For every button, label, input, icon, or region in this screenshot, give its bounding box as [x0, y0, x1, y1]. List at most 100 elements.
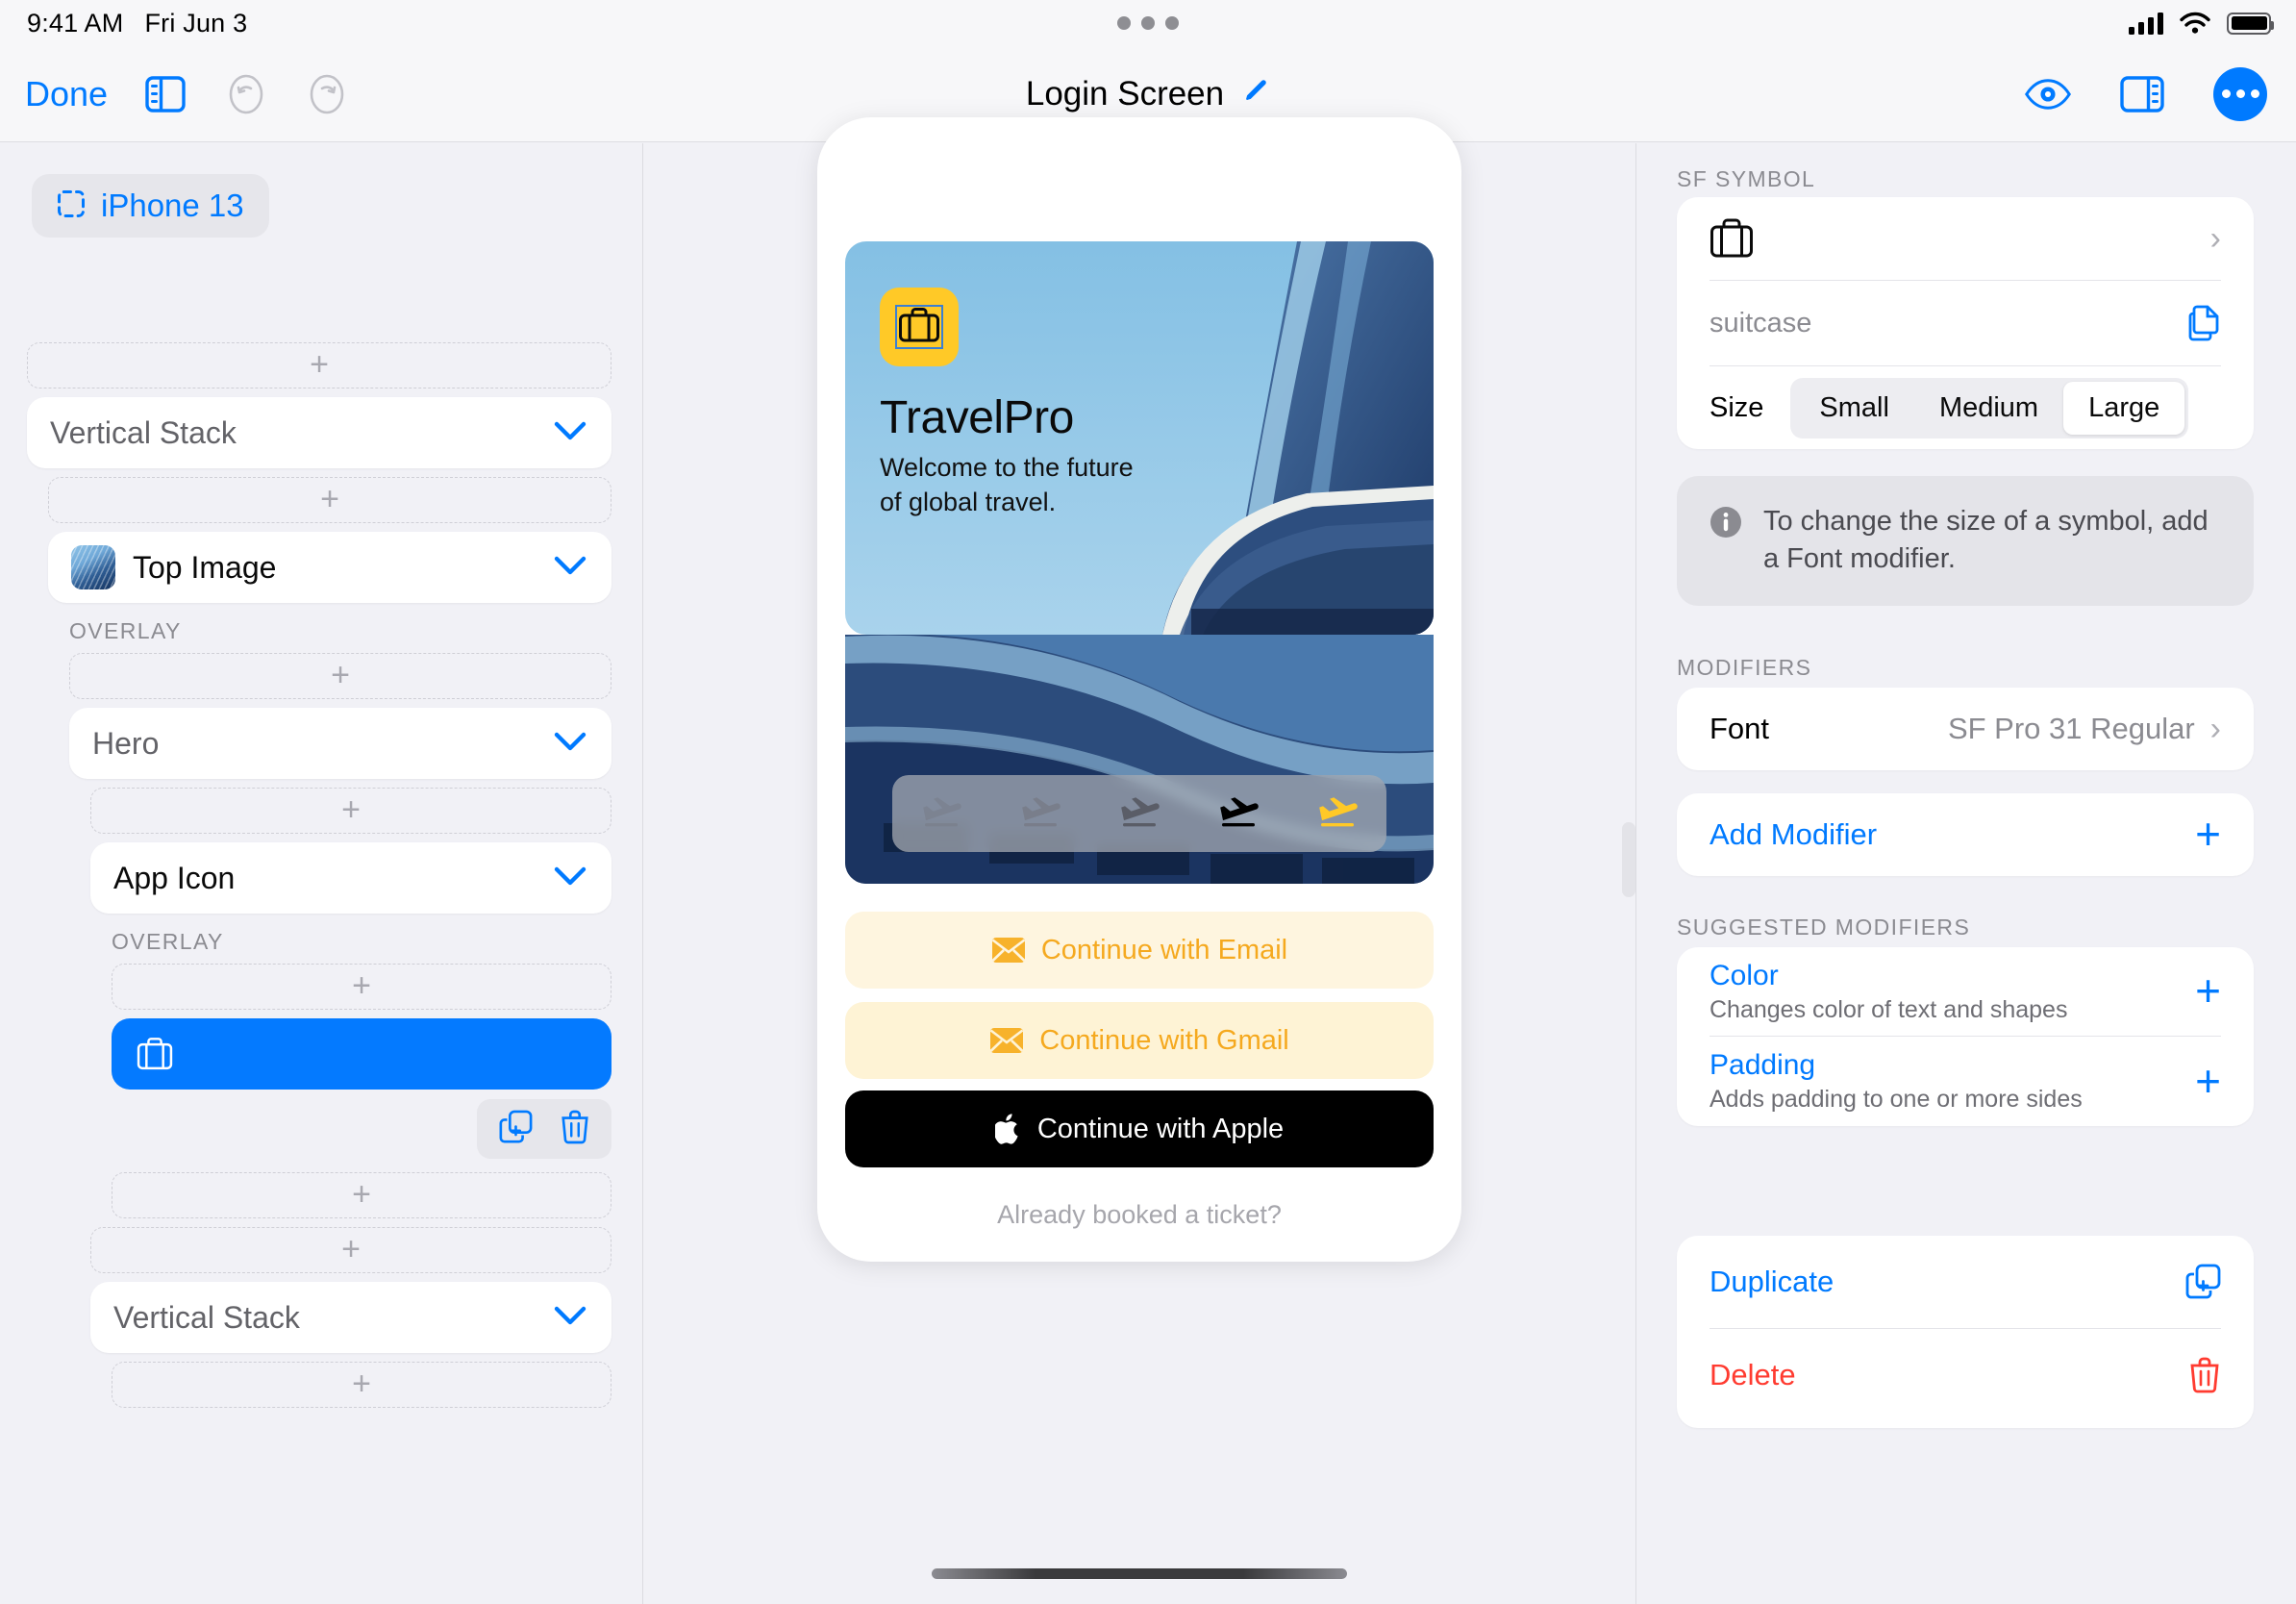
canvas-area[interactable]: TravelPro Welcome to the future of global… [643, 117, 1635, 1604]
size-option-medium[interactable]: Medium [1914, 382, 2063, 435]
phone-preview[interactable]: TravelPro Welcome to the future of global… [817, 117, 1461, 1262]
status-bar-left: 9:41 AM Fri Jun 3 [0, 9, 247, 38]
continue-with-gmail-button[interactable]: Continue with Gmail [845, 1002, 1434, 1079]
add-element-button[interactable]: + [112, 1172, 611, 1218]
continue-with-gmail-label: Continue with Gmail [1039, 1024, 1289, 1056]
envelope-icon [991, 938, 1026, 963]
airplane-arrival-icon[interactable] [920, 795, 962, 833]
tree-node-label: Hero [92, 725, 160, 761]
device-chip[interactable]: iPhone 13 [32, 174, 269, 238]
info-callout: To change the size of a symbol, add a Fo… [1677, 476, 2254, 606]
duplicate-icon[interactable] [2184, 1264, 2221, 1300]
continue-with-email-button[interactable]: Continue with Email [845, 912, 1434, 989]
modifier-font-label: Font [1710, 712, 1770, 745]
disclosure-chevron[interactable] [554, 865, 586, 891]
add-modifier-label: Add Modifier [1710, 817, 1878, 851]
inspector-sidebar[interactable]: SF SYMBOL › suitcase Size Small Medium L… [1636, 143, 2296, 1604]
document-title-group: Login Screen [0, 75, 2296, 113]
add-element-button[interactable]: + [69, 653, 611, 699]
trash-icon[interactable] [2188, 1357, 2221, 1393]
hero-image[interactable]: TravelPro Welcome to the future of global… [845, 241, 1434, 635]
tree-row: App Icon [0, 842, 642, 914]
add-element-button[interactable]: + [90, 788, 611, 834]
tree-node-vertical-stack[interactable]: Vertical Stack [90, 1282, 611, 1353]
continue-with-apple-button[interactable]: Continue with Apple [845, 1090, 1434, 1167]
layer-tree-sidebar[interactable]: iPhone 13 + Vertical Stack + Top Image OVERL… [0, 143, 642, 1604]
size-option-large[interactable]: Large [2063, 381, 2185, 435]
plus-icon[interactable]: + [2195, 1059, 2221, 1102]
airplane-arrival-icon[interactable] [1019, 795, 1061, 833]
cellular-signal-icon [2129, 12, 2163, 35]
continue-with-email-label: Continue with Email [1040, 934, 1288, 965]
chevron-down-icon[interactable] [554, 865, 586, 887]
right-panel-resize-handle[interactable] [1622, 822, 1635, 897]
add-modifier-button[interactable]: Add Modifier + [1677, 793, 2254, 876]
modifiers-section-label: MODIFIERS [1677, 655, 1812, 680]
copy-icon[interactable] [2186, 305, 2221, 341]
add-element-button[interactable]: + [90, 1227, 611, 1273]
suggested-modifier-color-desc: Changes color of text and shapes [1710, 995, 2068, 1023]
modifier-font-row[interactable]: Font SF Pro 31 Regular › [1677, 688, 2254, 770]
sidebar-right-icon[interactable] [2119, 71, 2165, 117]
suggested-modifier-color-row[interactable]: Color Changes color of text and shapes + [1677, 947, 2254, 1036]
add-element-button[interactable]: + [27, 342, 611, 388]
preview-title: TravelPro [880, 392, 1074, 443]
trash-icon[interactable] [560, 1110, 590, 1149]
tree-node-app-icon[interactable]: App Icon [90, 842, 611, 914]
tree-add-slot: + [0, 653, 642, 699]
tree-node-top-image[interactable]: Top Image [48, 532, 611, 603]
sf-symbol-picker-row[interactable]: › [1677, 197, 2254, 280]
flight-status-bar[interactable] [892, 775, 1386, 852]
plus-icon[interactable]: + [2195, 969, 2221, 1013]
suggested-modifier-padding-row[interactable]: Padding Adds padding to one or more side… [1677, 1037, 2254, 1126]
tree-node-label: Top Image [133, 549, 277, 585]
chevron-right-icon[interactable]: › [2210, 713, 2221, 745]
eye-icon[interactable] [2025, 71, 2071, 117]
modifier-font-value: SF Pro 31 Regular [1947, 712, 2195, 745]
continue-with-apple-label: Continue with Apple [1036, 1113, 1285, 1144]
disclosure-chevron[interactable] [554, 1305, 586, 1331]
plus-icon[interactable]: + [2195, 813, 2221, 856]
suggested-modifier-padding-label: Padding [1710, 1049, 1816, 1081]
battery-icon [2227, 12, 2274, 35]
disclosure-chevron[interactable] [554, 731, 586, 757]
chevron-down-icon[interactable] [554, 731, 586, 752]
delete-action-row[interactable]: Delete [1677, 1329, 2254, 1421]
airplane-arrival-icon[interactable] [1118, 795, 1160, 833]
chevron-right-icon[interactable]: › [2210, 222, 2221, 255]
multitask-handle[interactable] [0, 16, 2296, 30]
tree-node-vertical-stack[interactable]: Vertical Stack [27, 397, 611, 468]
size-segmented-control[interactable]: Small Medium Large [1790, 377, 2189, 439]
chevron-down-icon[interactable] [554, 420, 586, 441]
app-icon-preview[interactable] [880, 288, 959, 366]
multitask-dot [1165, 16, 1179, 30]
already-booked-link[interactable]: Already booked a ticket? [817, 1200, 1461, 1230]
layer-tree[interactable]: + Vertical Stack + Top Image OVERLAY + Hero + Ap… [0, 334, 642, 1416]
suggested-modifier-padding-desc: Adds padding to one or more sides [1710, 1086, 2083, 1113]
tree-section-label: OVERLAY [69, 618, 182, 643]
tree-section: OVERLAY [0, 929, 642, 955]
tree-row-actions [0, 1099, 642, 1159]
chevron-down-icon[interactable] [554, 555, 586, 576]
tree-node-hero[interactable]: Hero [69, 708, 611, 779]
status-bar-right [2129, 11, 2274, 36]
tree-node-label: App Icon [113, 860, 236, 895]
airplane-arrival-icon[interactable] [1316, 795, 1359, 833]
pencil-icon[interactable] [1241, 77, 1270, 111]
duplicate-icon[interactable] [498, 1110, 533, 1149]
disclosure-chevron[interactable] [554, 420, 586, 446]
sf-symbol-name-row[interactable]: suitcase [1677, 281, 2254, 365]
chevron-down-icon[interactable] [554, 1305, 586, 1326]
ellipsis-icon[interactable] [2213, 66, 2267, 121]
add-element-button[interactable]: + [112, 1362, 611, 1408]
suggested-modifiers-section-label: SUGGESTED MODIFIERS [1677, 915, 1971, 940]
add-element-button[interactable]: + [112, 964, 611, 1010]
airplane-arrival-icon[interactable] [1217, 795, 1260, 833]
add-element-button[interactable]: + [48, 477, 611, 523]
envelope-icon [989, 1028, 1024, 1053]
tree-node-selected-suitcase[interactable] [112, 1018, 611, 1090]
disclosure-chevron[interactable] [554, 555, 586, 581]
duplicate-action-row[interactable]: Duplicate [1677, 1236, 2254, 1328]
page-title: Login Screen [1025, 74, 1225, 113]
size-option-small[interactable]: Small [1794, 382, 1914, 435]
